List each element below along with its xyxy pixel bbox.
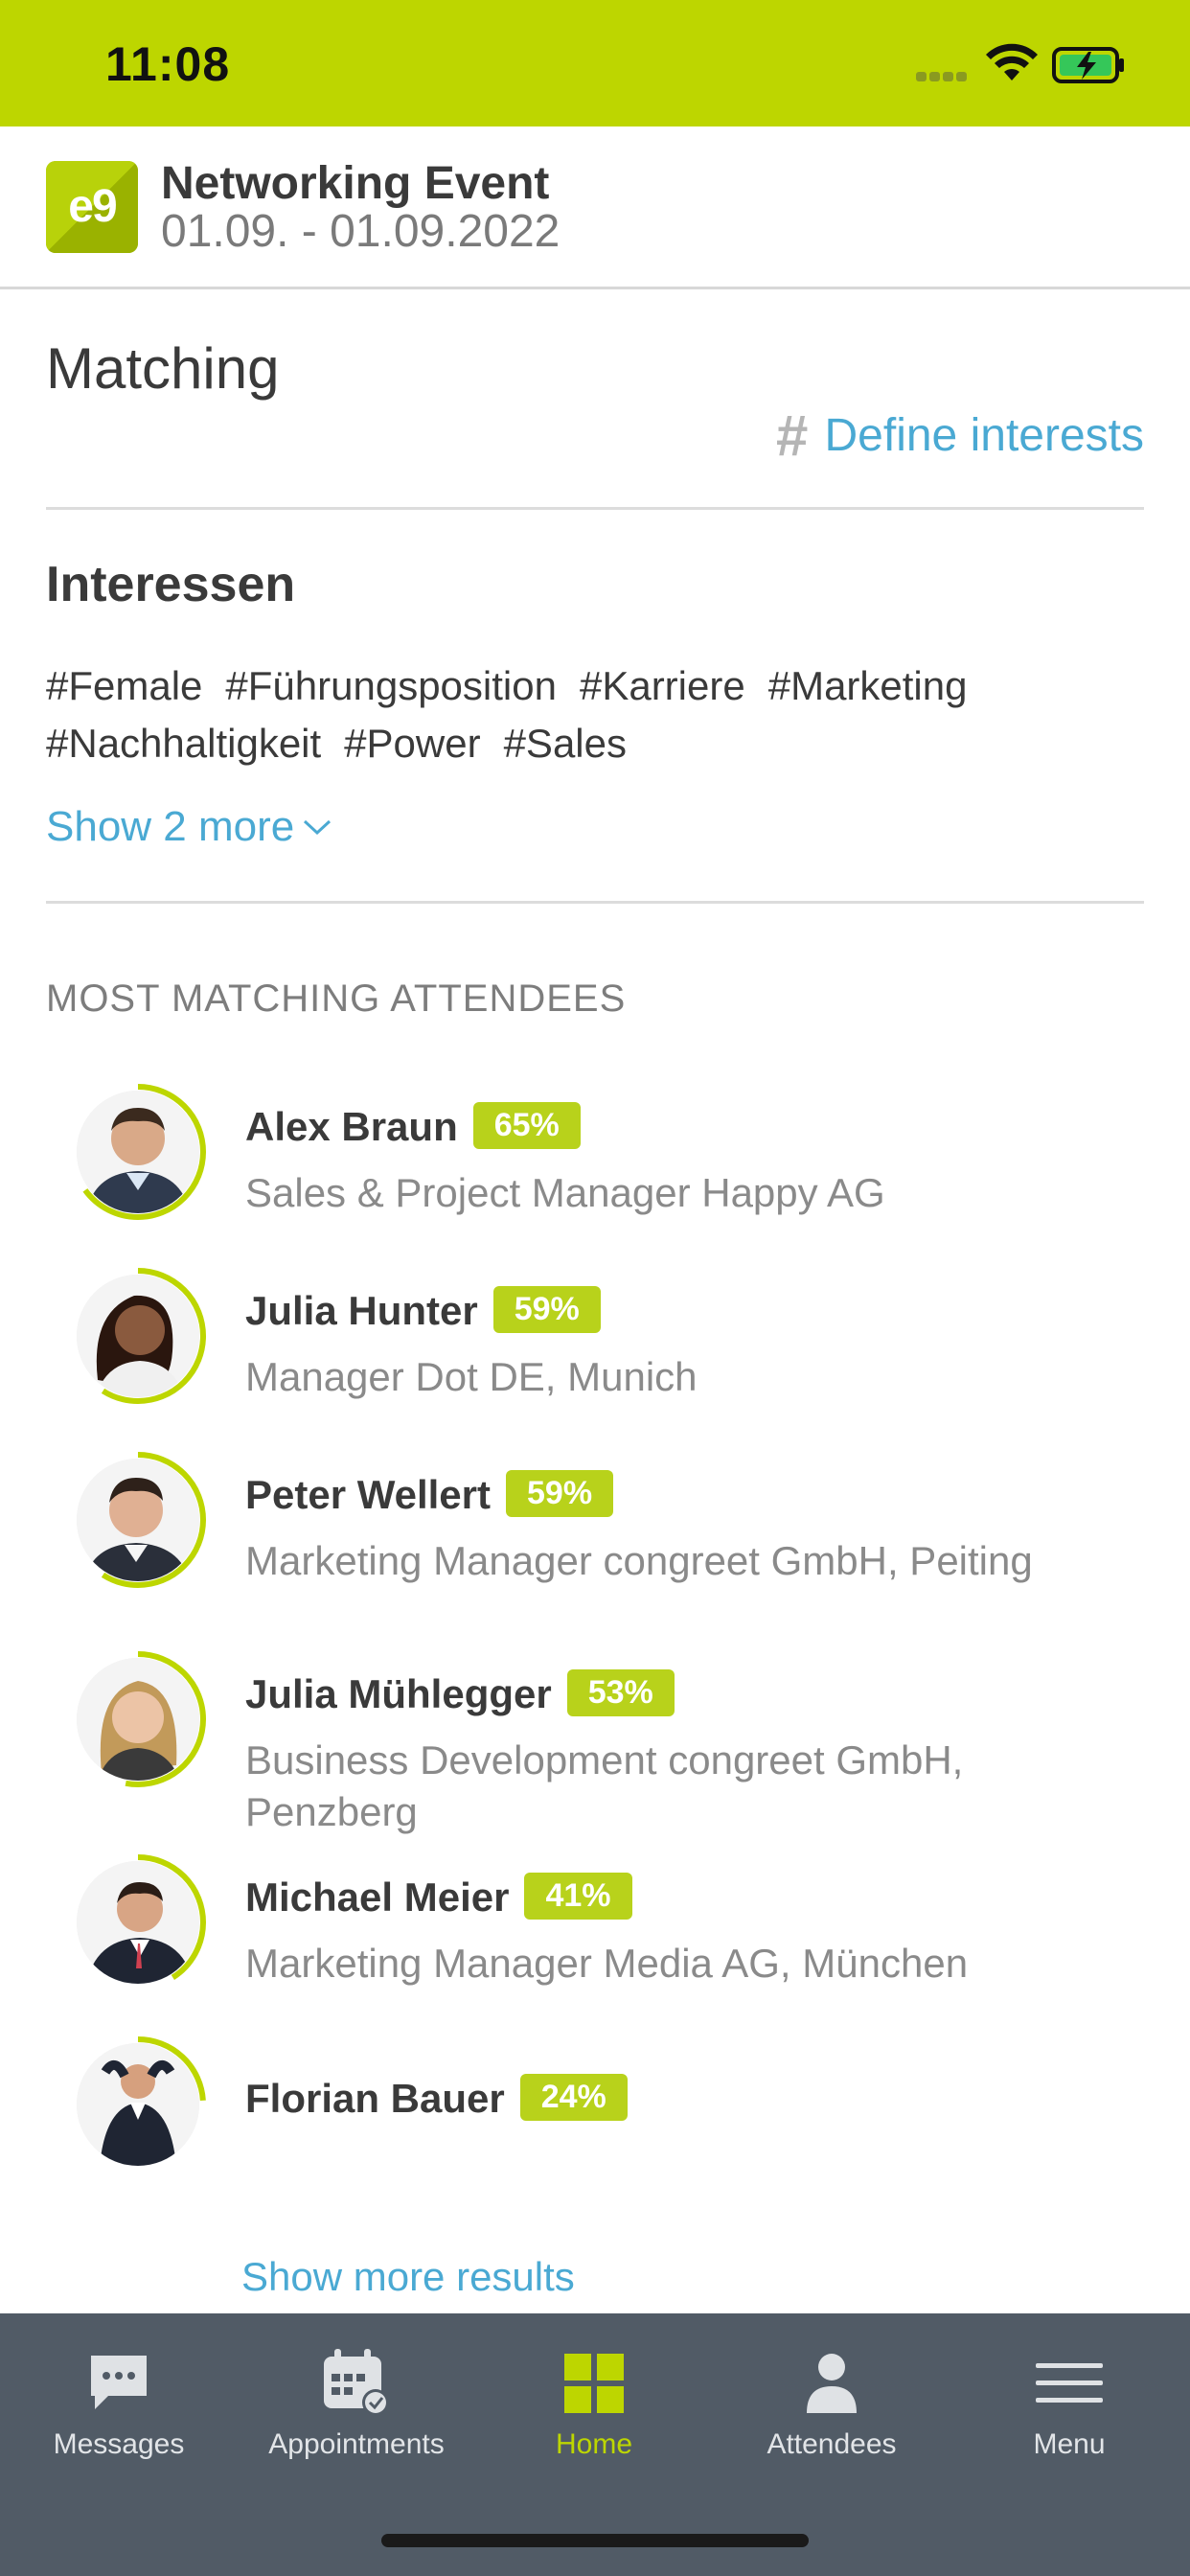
show-more-results-button[interactable]: Show more results bbox=[241, 2254, 575, 2300]
avatar bbox=[77, 1658, 199, 1781]
event-title: Networking Event bbox=[161, 158, 550, 209]
match-badge: 53% bbox=[566, 1669, 675, 1717]
match-ring bbox=[69, 1083, 207, 1221]
tab-label: Menu bbox=[1033, 2428, 1106, 2460]
tab-label: Attendees bbox=[767, 2428, 897, 2460]
cellular-signal-icon bbox=[916, 69, 972, 81]
tab-messages[interactable]: Messages bbox=[0, 2342, 238, 2461]
attendee-role: Business Development congreet GmbH, Penz… bbox=[245, 1737, 964, 1834]
chat-bubble-icon bbox=[91, 2356, 147, 2409]
attendee-name: Florian Bauer 24% bbox=[245, 2074, 628, 2125]
interest-tag: #Führungsposition bbox=[225, 663, 557, 708]
divider bbox=[46, 507, 1144, 510]
match-ring bbox=[69, 2036, 207, 2174]
match-ring bbox=[69, 1267, 207, 1405]
attendee-name: Alex Braun 65% bbox=[245, 1102, 581, 1153]
event-logo: e9 bbox=[46, 161, 138, 253]
match-ring bbox=[69, 1853, 207, 1991]
event-logo-text: e9 bbox=[68, 181, 117, 232]
most-matching-heading: MOST MATCHING ATTENDEES bbox=[46, 978, 627, 1020]
attendee-row[interactable]: Michael Meier 41% Marketing Manager Media… bbox=[0, 1853, 1190, 2016]
chevron-down-icon bbox=[304, 819, 332, 836]
interest-tag: #Marketing bbox=[767, 663, 968, 708]
tab-label: Appointments bbox=[268, 2428, 445, 2460]
attendee-row[interactable]: Julia Mühlegger 53% Business Development … bbox=[0, 1650, 1190, 1842]
define-interests-label: Define interests bbox=[824, 410, 1145, 461]
hash-icon: # bbox=[775, 403, 808, 468]
match-badge: 65% bbox=[472, 1102, 581, 1150]
match-badge: 59% bbox=[506, 1470, 614, 1518]
tab-appointments[interactable]: Appointments bbox=[238, 2342, 475, 2461]
calendar-check-icon bbox=[324, 2349, 389, 2416]
match-ring bbox=[69, 1451, 207, 1589]
grid-icon bbox=[564, 2354, 624, 2413]
status-bar: 11:08 bbox=[0, 0, 1190, 126]
attendee-role: Marketing Manager congreet GmbH, Peiting bbox=[245, 1538, 1033, 1583]
interest-tag: #Karriere bbox=[579, 663, 745, 708]
attendee-name: Peter Wellert 59% bbox=[245, 1470, 614, 1521]
match-badge: 59% bbox=[492, 1286, 601, 1334]
tab-home[interactable]: Home bbox=[475, 2342, 713, 2461]
attendee-role: Marketing Manager Media AG, München bbox=[245, 1941, 969, 1986]
interest-tag: #Power bbox=[344, 721, 481, 766]
match-badge: 41% bbox=[524, 1873, 632, 1920]
tab-attendees[interactable]: Attendees bbox=[713, 2342, 950, 2461]
match-ring bbox=[69, 1650, 207, 1788]
home-indicator bbox=[381, 2534, 809, 2547]
attendee-row[interactable]: Julia Hunter 59% Manager Dot DE, Munich bbox=[0, 1267, 1190, 1430]
attendee-role: Sales & Project Manager Happy AG bbox=[245, 1170, 885, 1215]
interest-tag: #Sales bbox=[503, 721, 627, 766]
tab-label: Home bbox=[555, 2428, 633, 2460]
attendee-name: Julia Mühlegger 53% bbox=[245, 1669, 675, 1720]
avatar bbox=[77, 1091, 199, 1213]
avatar bbox=[77, 2043, 199, 2166]
match-badge: 24% bbox=[519, 2074, 628, 2122]
avatar bbox=[77, 1861, 199, 1984]
battery-charging-icon bbox=[1052, 47, 1124, 83]
divider bbox=[46, 901, 1144, 904]
interest-tags: #Female #Führungsposition #Karriere #Market… bbox=[46, 657, 1144, 772]
define-interests-link[interactable]: # Define interests bbox=[775, 402, 1144, 469]
attendee-row[interactable]: Peter Wellert 59% Marketing Manager congr… bbox=[0, 1451, 1190, 1614]
show-more-interests-button[interactable]: Show 2 more bbox=[46, 803, 332, 851]
interest-tag: #Female bbox=[46, 663, 203, 708]
attendee-row[interactable]: Florian Bauer 24% bbox=[0, 2036, 1190, 2198]
attendee-role: Manager Dot DE, Munich bbox=[245, 1354, 698, 1399]
person-icon bbox=[807, 2354, 857, 2413]
avatar bbox=[77, 1275, 199, 1397]
page-title: Matching bbox=[46, 336, 280, 401]
wifi-icon bbox=[986, 43, 1038, 80]
tab-menu[interactable]: Menu bbox=[950, 2342, 1188, 2461]
hamburger-icon bbox=[1036, 2363, 1103, 2403]
attendee-name: Julia Hunter 59% bbox=[245, 1286, 601, 1337]
event-header[interactable]: e9 Networking Event 01.09. - 01.09.2022 bbox=[0, 126, 1190, 289]
tab-label: Messages bbox=[53, 2428, 185, 2460]
interest-tag: #Nachhaltigkeit bbox=[46, 721, 322, 766]
attendee-row[interactable]: Alex Braun 65% Sales & Project Manager Ha… bbox=[0, 1083, 1190, 1246]
avatar bbox=[77, 1459, 199, 1581]
show-more-label: Show 2 more bbox=[46, 803, 295, 850]
event-dates: 01.09. - 01.09.2022 bbox=[161, 206, 561, 257]
attendee-name: Michael Meier 41% bbox=[245, 1873, 632, 1923]
interests-title: Interessen bbox=[46, 557, 296, 612]
status-time: 11:08 bbox=[105, 37, 231, 91]
